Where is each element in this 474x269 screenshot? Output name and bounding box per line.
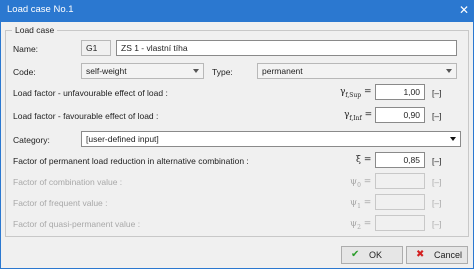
- check-icon: ✔: [351, 249, 360, 260]
- close-icon[interactable]: ✕: [458, 2, 470, 18]
- frequent-factor-label: Factor of frequent value :: [13, 198, 108, 208]
- chevron-down-icon: [446, 69, 452, 73]
- psi-0-symbol: ψ0 =: [350, 177, 372, 189]
- name-label: Name:: [13, 44, 39, 54]
- window-titlebar: Load case No.1 ✕: [0, 0, 474, 22]
- psi-1-symbol: ψ1 =: [350, 198, 372, 210]
- group-legend: Load case: [12, 25, 58, 35]
- reduction-factor-unit: [–]: [432, 156, 442, 166]
- cancel-x-icon: ✖: [416, 249, 425, 260]
- ok-button[interactable]: ✔ OK: [341, 246, 403, 264]
- reduction-factor-label: Factor of permanent load reduction in al…: [13, 156, 249, 166]
- code-select[interactable]: self-weight: [81, 63, 204, 79]
- cancel-button-label: Cancel: [434, 250, 463, 260]
- fav-factor-label: Load factor - favourable effect of load …: [13, 111, 159, 121]
- reduction-factor-input[interactable]: 0,85: [375, 152, 425, 168]
- type-select-value: permanent: [262, 66, 303, 76]
- chevron-down-icon: [193, 69, 199, 73]
- frequent-factor-unit: [–]: [432, 198, 442, 208]
- category-select[interactable]: [user-defined input]: [81, 131, 461, 147]
- fav-factor-input[interactable]: 0,90: [375, 107, 425, 123]
- quasi-factor-input[interactable]: [375, 215, 425, 231]
- type-label: Type:: [212, 67, 233, 77]
- unfav-factor-input[interactable]: 1,00: [375, 84, 425, 100]
- combination-factor-unit: [–]: [432, 177, 442, 187]
- category-label: Category:: [13, 135, 50, 145]
- category-select-value: [user-defined input]: [86, 134, 159, 144]
- cancel-button[interactable]: ✖ Cancel: [406, 246, 468, 264]
- unfav-factor-label: Load factor - unfavourable effect of loa…: [13, 88, 168, 98]
- gamma-f-inf-symbol: γf,Inf =: [344, 110, 373, 122]
- quasi-factor-label: Factor of quasi-permanent value :: [13, 219, 141, 229]
- xi-symbol: ξ =: [356, 155, 372, 165]
- fav-factor-unit: [–]: [432, 111, 442, 121]
- unfav-factor-unit: [–]: [432, 88, 442, 98]
- name-code-field: G1: [81, 40, 111, 56]
- gamma-f-sup-symbol: γf,Sup =: [340, 87, 372, 99]
- ok-button-label: OK: [369, 250, 383, 260]
- name-input[interactable]: ZS 1 - vlastní tíha: [116, 40, 457, 56]
- psi-2-symbol: ψ2 =: [350, 219, 372, 231]
- code-select-value: self-weight: [86, 66, 127, 76]
- chevron-down-icon: [450, 137, 456, 141]
- combination-factor-input[interactable]: [375, 173, 425, 189]
- quasi-factor-unit: [–]: [432, 219, 442, 229]
- frequent-factor-input[interactable]: [375, 194, 425, 210]
- combination-factor-label: Factor of combination value :: [13, 177, 123, 187]
- code-label: Code:: [13, 67, 36, 77]
- type-select[interactable]: permanent: [257, 63, 457, 79]
- window-title: Load case No.1: [7, 4, 74, 15]
